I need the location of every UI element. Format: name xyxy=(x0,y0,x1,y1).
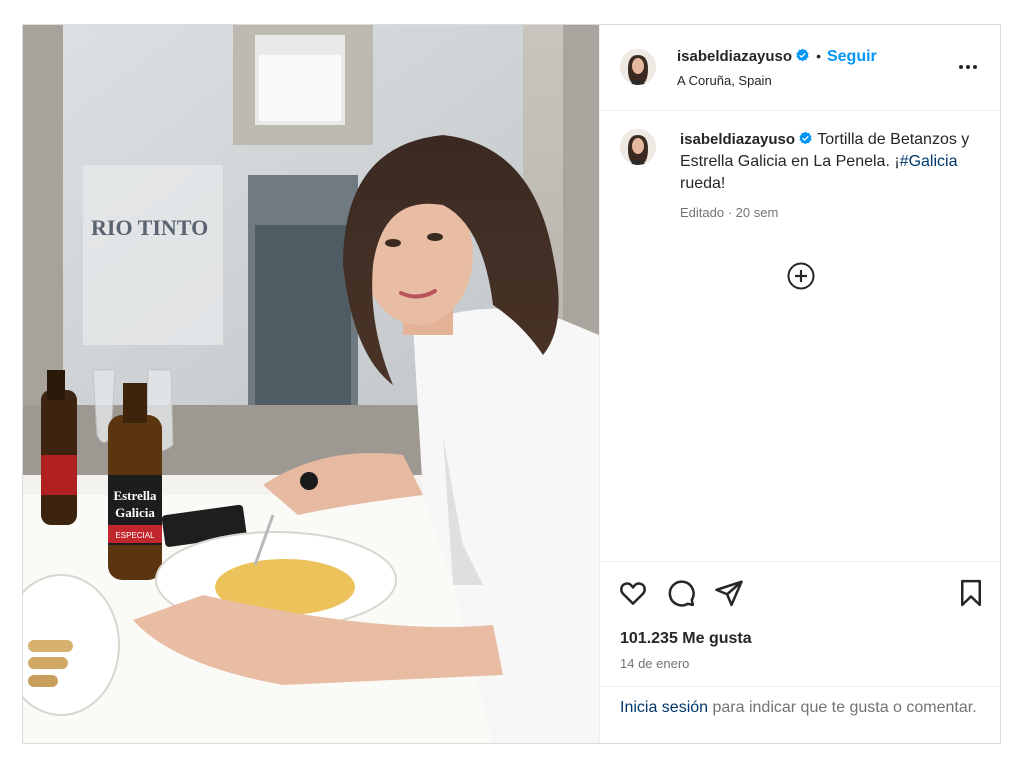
bookmark-icon[interactable] xyxy=(956,578,986,608)
more-horizontal-icon[interactable] xyxy=(956,55,980,79)
caption-body-after: rueda! xyxy=(680,175,726,192)
login-prompt: Inicia sesión para indicar que te gusta … xyxy=(600,686,1000,743)
login-text: Inicia sesión para indicar que te gusta … xyxy=(620,697,980,719)
caption-avatar[interactable] xyxy=(620,129,656,165)
instagram-post: RIO TINTO Estrella Galicia ESPECIAL isab… xyxy=(22,24,1001,744)
verified-badge-icon xyxy=(799,131,812,145)
post-date: 14 de enero xyxy=(620,656,690,671)
sign-text: RIO TINTO xyxy=(91,215,208,240)
beer-label-bottom: Galicia xyxy=(115,505,155,520)
header-user-line: isabeldiazayuso • Seguir xyxy=(677,48,877,66)
location-link[interactable]: A Coruña, Spain xyxy=(677,73,772,88)
post-header: isabeldiazayuso • Seguir A Coruña, Spain xyxy=(600,25,1000,111)
caption-meta: Editado · 20 sem xyxy=(680,205,779,220)
post-panel: isabeldiazayuso • Seguir A Coruña, Spain i… xyxy=(599,25,1000,743)
post-photo[interactable]: RIO TINTO Estrella Galicia ESPECIAL xyxy=(23,25,599,743)
follow-button[interactable]: Seguir xyxy=(827,48,877,65)
send-icon[interactable] xyxy=(714,578,744,608)
likes-count[interactable]: 101.235 Me gusta xyxy=(620,630,752,648)
separator-dot: • xyxy=(816,48,821,64)
heart-icon[interactable] xyxy=(618,578,648,608)
hashtag-link[interactable]: #Galicia xyxy=(900,153,958,170)
caption-username[interactable]: isabeldiazayuso xyxy=(680,131,795,148)
header-username[interactable]: isabeldiazayuso xyxy=(677,48,792,65)
login-rest: para indicar que te gusta o comentar. xyxy=(708,699,977,716)
comment-icon[interactable] xyxy=(666,578,696,608)
caption-text: isabeldiazayuso Tortilla de Betanzos y E… xyxy=(680,129,980,195)
beer-label-sub: ESPECIAL xyxy=(115,531,155,540)
verified-badge-icon xyxy=(796,48,809,62)
beer-label-top: Estrella xyxy=(113,488,157,503)
actions-bar: 101.235 Me gusta 14 de enero Inicia sesi… xyxy=(600,561,1000,743)
login-link[interactable]: Inicia sesión xyxy=(620,699,708,716)
avatar[interactable] xyxy=(620,49,656,85)
circle-plus-icon[interactable] xyxy=(786,261,816,291)
